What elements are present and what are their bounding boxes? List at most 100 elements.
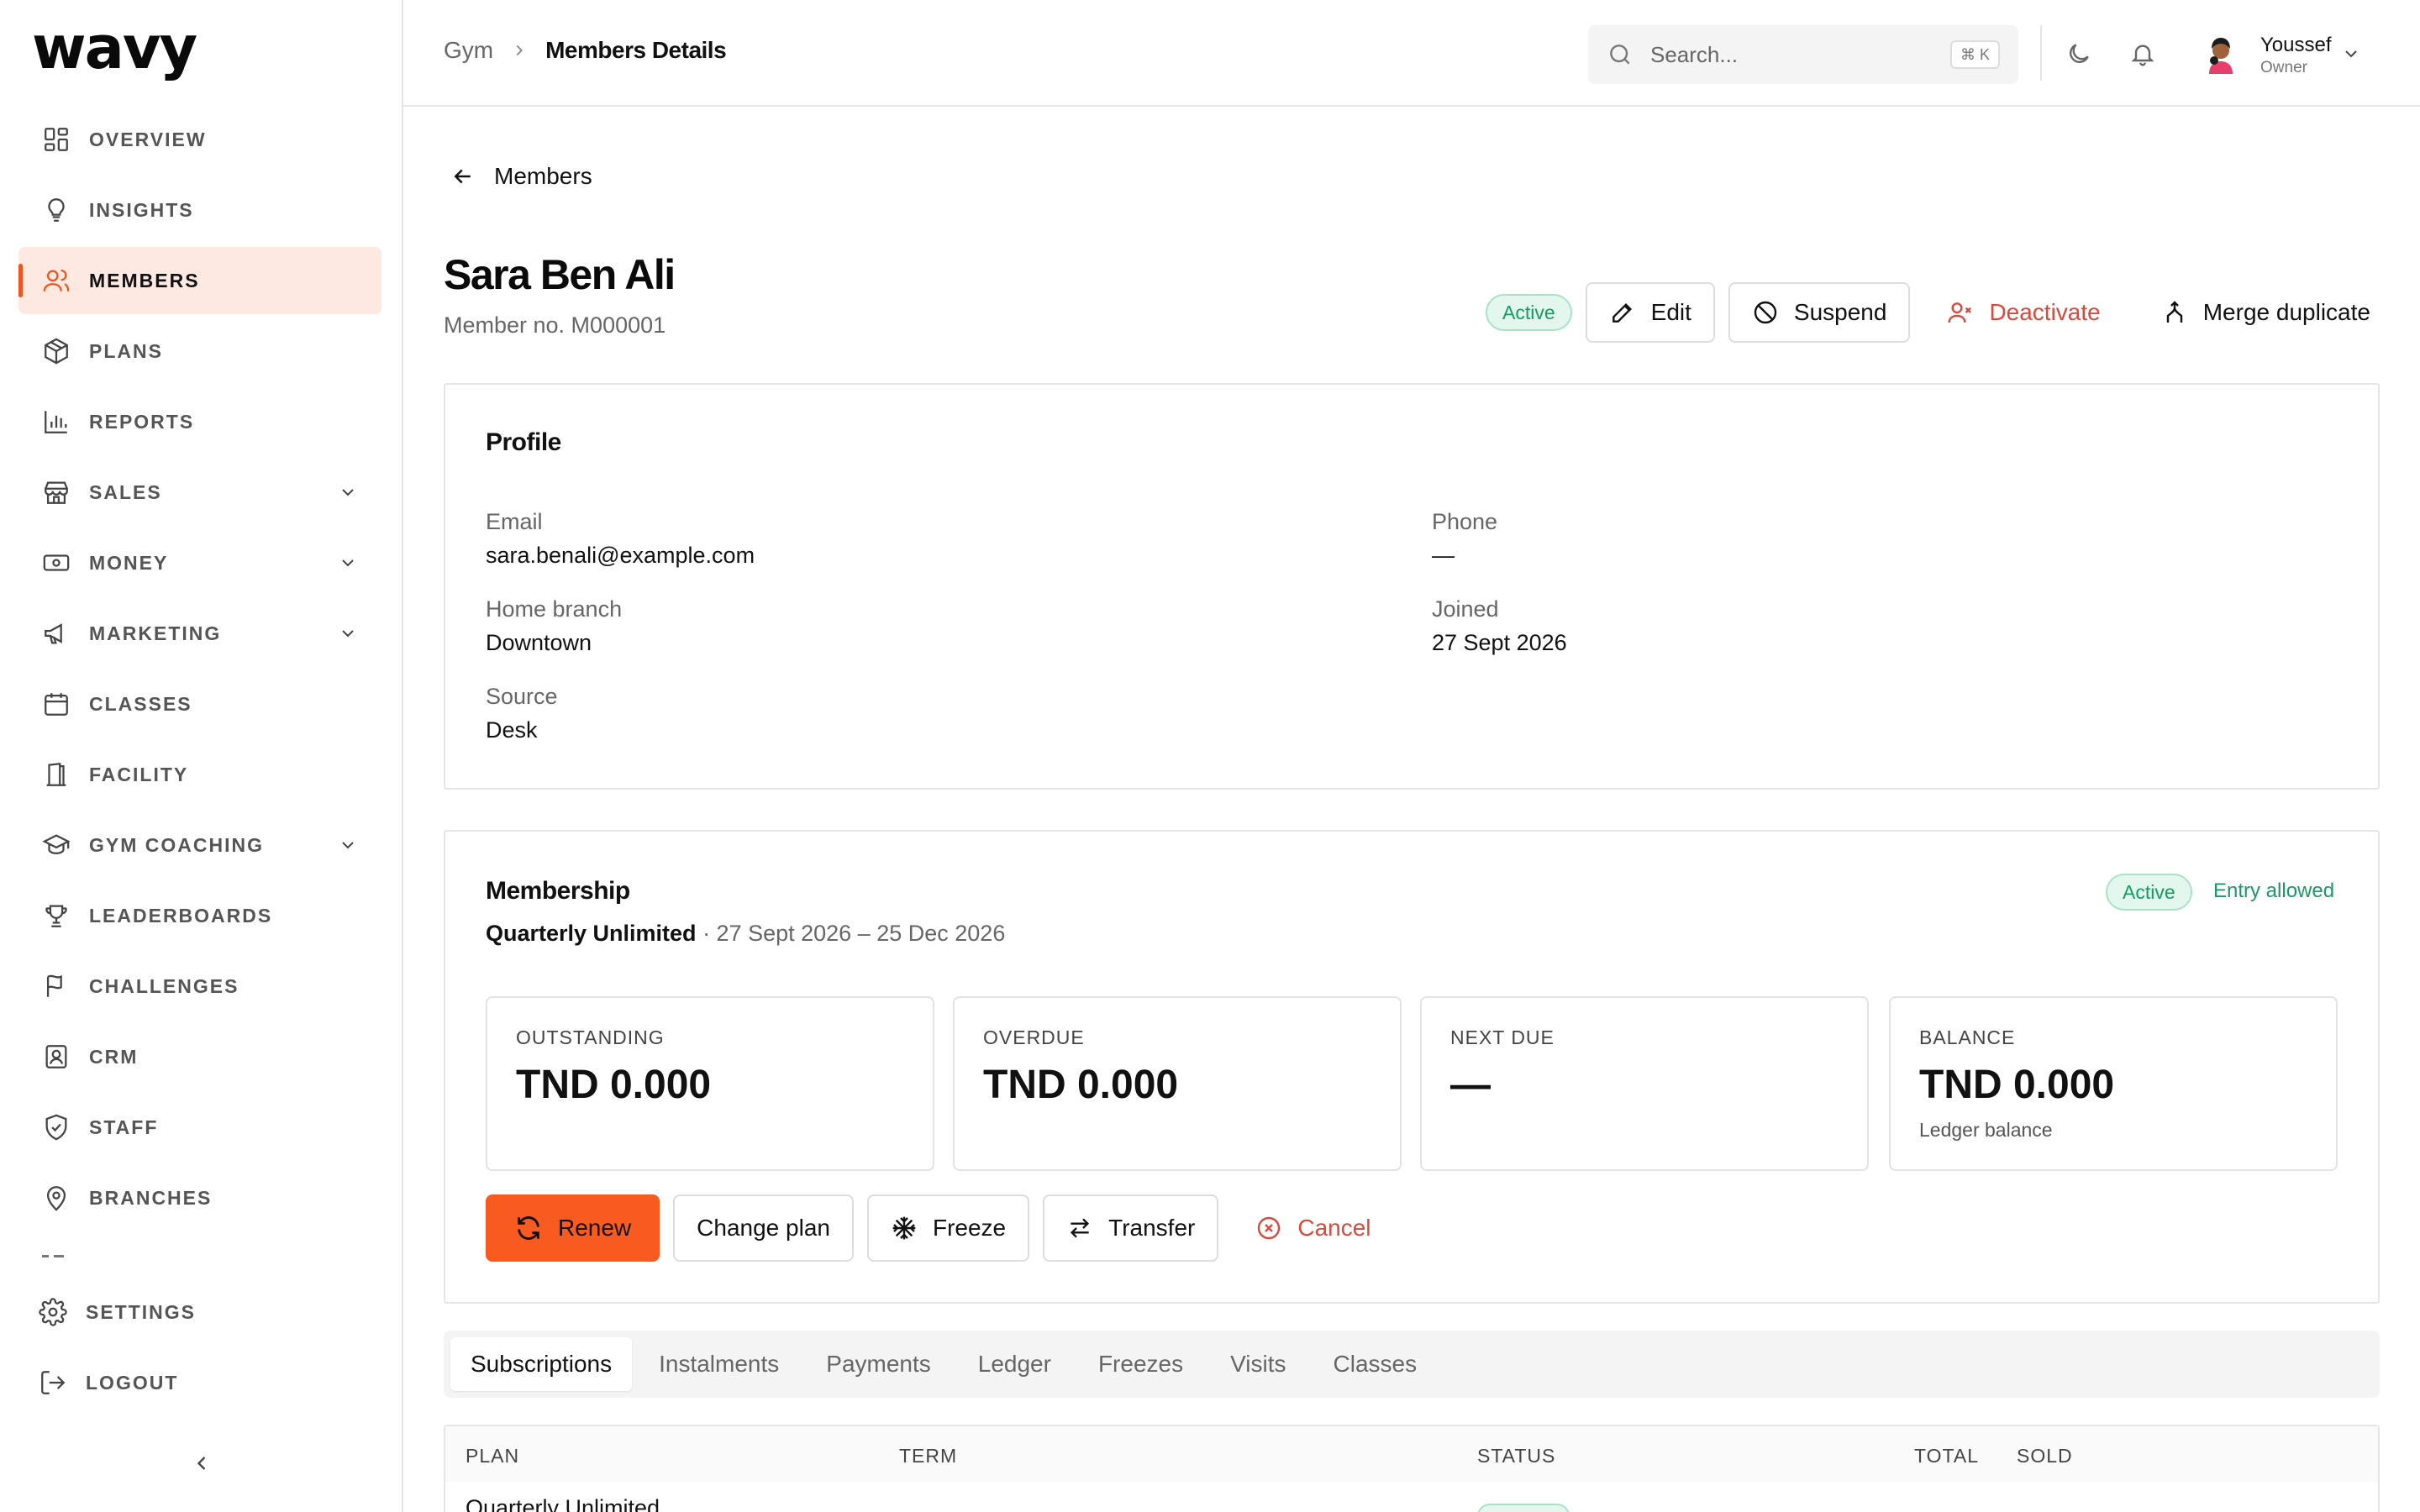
member-actions: Active Edit Suspend Deactivate Merge dup… (1486, 282, 2394, 343)
ban-icon (1754, 301, 1777, 324)
deactivate-button[interactable]: Deactivate (1923, 282, 2124, 343)
tab-freezes[interactable]: Freezes (1078, 1337, 1203, 1391)
search-shortcut: ⌘ K (1949, 40, 2000, 69)
sidebar-item-classes[interactable]: CLASSES (18, 670, 381, 738)
sidebar-item-plans[interactable]: PLANS (18, 318, 381, 385)
sidebar-item-label: GYM COACHING (89, 833, 264, 856)
membership-card: Membership Quarterly Unlimited · 27 Sept… (444, 830, 2380, 1304)
freeze-label: Freeze (932, 1215, 1007, 1241)
renew-button[interactable]: Renew (486, 1194, 660, 1262)
sidebar-item-label: STAFF (89, 1116, 159, 1138)
sidebar-item-overview[interactable]: OVERVIEW (18, 106, 381, 173)
source-value: Desk (486, 717, 538, 743)
search-input[interactable]: Search... ⌘ K (1588, 25, 2018, 84)
tab-ledger[interactable]: Ledger (958, 1337, 1071, 1391)
edit-button[interactable]: Edit (1585, 282, 1715, 343)
table-row-status-badge (1477, 1504, 1570, 1512)
sidebar-item-sales[interactable]: SALES (18, 459, 381, 526)
user-x-icon (1948, 302, 1972, 323)
tab-subscriptions[interactable]: Subscriptions (450, 1337, 633, 1391)
app-logo[interactable]: wavy (32, 13, 197, 82)
flag-icon (46, 974, 62, 997)
suspend-button[interactable]: Suspend (1728, 282, 1911, 343)
breadcrumb-root[interactable]: Gym (444, 37, 493, 64)
arrow-left-icon (454, 169, 471, 184)
package-icon (45, 338, 68, 365)
table-header: PLAN TERM STATUS TOTAL SOLD (445, 1426, 2378, 1482)
sidebar-item-leaderboards[interactable]: LEADERBOARDS (18, 882, 381, 949)
table-row-plan[interactable]: Quarterly Unlimited (466, 1495, 660, 1512)
sidebar-item-label: PLANS (89, 339, 163, 362)
tab-payments[interactable]: Payments (806, 1337, 951, 1391)
sidebar-item-label: OVERVIEW (89, 128, 207, 150)
sidebar-item-marketing[interactable]: MARKETING (18, 600, 381, 667)
stat-label: OVERDUE (983, 1026, 1085, 1048)
sidebar-item-label: CRM (89, 1045, 139, 1068)
email-label: Email (486, 509, 543, 534)
sidebar-item-members[interactable]: MEMBERS (18, 247, 381, 314)
deactivate-label: Deactivate (1989, 299, 2101, 325)
sidebar-item-crm[interactable]: CRM (18, 1023, 381, 1090)
profile-title: Profile (486, 428, 561, 456)
column-sold: SOLD (2017, 1445, 2073, 1467)
user-menu[interactable]: Youssef Owner (2200, 30, 2402, 77)
transfer-button[interactable]: Transfer (1043, 1194, 1219, 1262)
page-title: Sara Ben Ali (444, 251, 676, 298)
scroll-clip-indicator (42, 1255, 64, 1257)
pencil-icon (1612, 302, 1632, 323)
moon-icon[interactable] (2065, 40, 2092, 67)
back-label: Members (494, 163, 592, 189)
sidebar-item-insights[interactable]: INSIGHTS (18, 176, 381, 244)
sidebar-item-logout[interactable]: LOGOUT (18, 1349, 381, 1416)
tab-visits[interactable]: Visits (1210, 1337, 1306, 1391)
bell-icon[interactable] (2129, 40, 2156, 67)
membership-period: · 27 Sept 2026 – 25 Dec 2026 (696, 921, 1006, 946)
stat-note: Ledger balance (1919, 1119, 2053, 1141)
merge-duplicate-button[interactable]: Merge duplicate (2137, 282, 2394, 343)
sidebar-item-label: CLASSES (89, 692, 192, 715)
sidebar-item-settings[interactable]: SETTINGS (18, 1278, 381, 1346)
chevron-down-icon[interactable] (338, 623, 358, 643)
tab-classes[interactable]: Classes (1313, 1337, 1438, 1391)
freeze-button[interactable]: Freeze (866, 1194, 1030, 1262)
membership-actions: Renew Change plan Freeze Transfer Cancel (486, 1194, 1395, 1262)
snowflake-icon (892, 1216, 916, 1240)
sidebar-item-staff[interactable]: STAFF (18, 1094, 381, 1161)
sidebar-item-label: CHALLENGES (89, 974, 239, 997)
calendar-icon (45, 693, 68, 716)
cancel-button[interactable]: Cancel (1232, 1194, 1395, 1262)
sidebar-item-reports[interactable]: REPORTS (18, 388, 381, 455)
suspend-label: Suspend (1793, 299, 1887, 325)
sidebar-item-facility[interactable]: FACILITY (18, 741, 381, 808)
chevron-down-icon[interactable] (338, 835, 358, 855)
stat-value: TND 0.000 (983, 1063, 1179, 1107)
change-plan-button[interactable]: Change plan (673, 1194, 854, 1262)
sidebar-item-label: LOGOUT (86, 1371, 179, 1394)
sidebar-item-branches[interactable]: BRANCHES (18, 1164, 381, 1231)
back-link[interactable]: Members (450, 163, 592, 190)
dashboard-icon (45, 128, 68, 151)
subscriptions-table: PLAN TERM STATUS TOTAL SOLD Quarterly Un… (444, 1425, 2380, 1512)
merge-label: Merge duplicate (2202, 299, 2370, 325)
breadcrumb-current: Members Details (545, 37, 727, 63)
chevron-down-icon[interactable] (338, 553, 358, 573)
x-circle-icon (1258, 1216, 1281, 1240)
stat-label: OUTSTANDING (516, 1026, 665, 1048)
sidebar-bottom: SETTINGS LOGOUT (18, 1278, 381, 1420)
chevron-right-icon (516, 45, 523, 56)
sidebar-item-label: SETTINGS (86, 1300, 197, 1323)
change-plan-label: Change plan (697, 1215, 830, 1241)
edit-label: Edit (1650, 299, 1691, 325)
chevron-down-icon[interactable] (338, 482, 358, 502)
sidebar-item-money[interactable]: MONEY (18, 529, 381, 596)
column-total: TOTAL (1914, 1445, 1979, 1467)
sidebar-item-challenges[interactable]: CHALLENGES (18, 953, 381, 1020)
avatar (2200, 32, 2242, 74)
tab-instalments[interactable]: Instalments (639, 1337, 799, 1391)
logout-icon (41, 1371, 66, 1394)
stat-balance: BALANCE TND 0.000 Ledger balance (1889, 996, 2338, 1171)
sidebar-item-gym-coaching[interactable]: GYM COACHING (18, 811, 381, 879)
collapse-sidebar-icon[interactable] (190, 1452, 213, 1475)
users-icon (43, 269, 70, 291)
stat-next-due: NEXT DUE — (1420, 996, 1869, 1171)
